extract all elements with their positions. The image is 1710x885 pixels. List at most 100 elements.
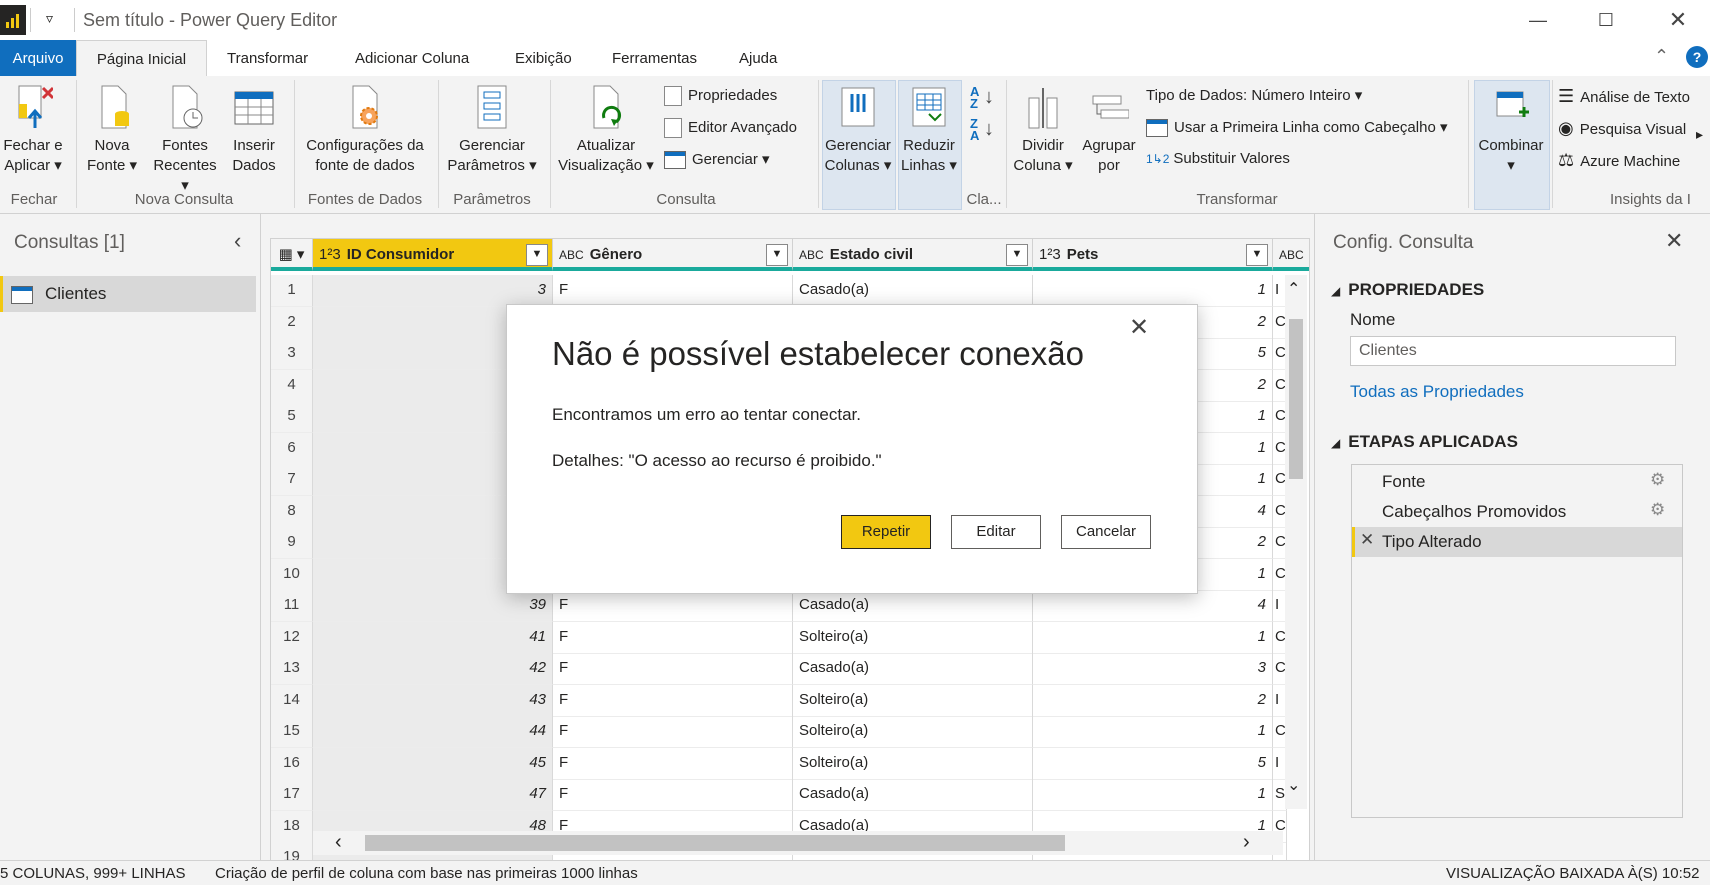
sort-ascending-icon[interactable]: AZ [970, 85, 979, 110]
cell-genero[interactable]: F [553, 653, 793, 685]
cell-estado-civil[interactable]: Solteiro(a) [793, 684, 1033, 717]
filter-dropdown-icon[interactable]: ▼ [526, 244, 548, 266]
cell-estado-civil[interactable]: Casado(a) [793, 590, 1033, 622]
filter-dropdown-icon[interactable]: ▼ [766, 244, 788, 266]
row-number[interactable]: 9 [271, 527, 313, 559]
scroll-down-icon[interactable]: ⌄ [1287, 775, 1300, 795]
collapse-pane-icon[interactable]: ‹ [234, 228, 241, 254]
scroll-left-icon[interactable]: ‹ [335, 831, 342, 854]
enter-data-button[interactable]: Inserir Dados [226, 84, 282, 176]
maximize-icon[interactable]: ☐ [1576, 0, 1636, 40]
group-by-button[interactable]: Agrupar por [1078, 84, 1140, 176]
cell-estado-civil[interactable]: Casado(a) [793, 275, 1033, 307]
cell-genero[interactable]: F [553, 684, 793, 717]
cell-genero[interactable]: F [553, 590, 793, 622]
cell-id-consumidor[interactable]: 42 [313, 653, 553, 685]
row-number[interactable]: 19 [271, 842, 313, 861]
tab-pagina-inicial[interactable]: Página Inicial [76, 40, 207, 76]
tab-arquivo[interactable]: Arquivo [0, 40, 76, 76]
split-column-button[interactable]: Dividir Coluna ▾ [1012, 84, 1074, 176]
cell-genero[interactable]: F [553, 747, 793, 780]
cell-pets[interactable]: 3 [1033, 653, 1273, 685]
cell-estado-civil[interactable]: Solteiro(a) [793, 621, 1033, 654]
row-number[interactable]: 15 [271, 716, 313, 748]
cell-pets[interactable]: 1 [1033, 621, 1273, 654]
new-source-button[interactable]: Nova Fonte ▾ [84, 84, 140, 176]
reduce-rows-button[interactable]: Reduzir Linhas ▾ [898, 84, 960, 176]
cell-estado-civil[interactable]: Solteiro(a) [793, 716, 1033, 748]
cell-genero[interactable]: F [553, 779, 793, 811]
cell-id-consumidor[interactable]: 47 [313, 779, 553, 811]
replace-values-button[interactable]: 1↳2 Substituir Valores [1146, 150, 1290, 167]
row-number[interactable]: 5 [271, 401, 313, 433]
cell-genero[interactable]: F [553, 275, 793, 307]
cell-pets[interactable]: 1 [1033, 716, 1273, 748]
column-header-next[interactable]: ABC [1273, 239, 1309, 271]
cell-pets[interactable]: 5 [1033, 747, 1273, 780]
close-icon[interactable]: ✕ [1648, 0, 1708, 40]
tab-transformar[interactable]: Transformar [207, 40, 328, 76]
collapse-ribbon-icon[interactable]: ⌃ [1654, 46, 1669, 67]
step-item-selected[interactable]: ✕ Tipo Alterado [1352, 527, 1682, 557]
name-field[interactable] [1350, 336, 1676, 366]
row-number[interactable]: 11 [271, 590, 313, 622]
gear-icon[interactable]: ⚙ [1650, 500, 1665, 520]
manage-parameters-button[interactable]: Gerenciar Parâmetros ▾ [444, 84, 540, 176]
cell-id-consumidor[interactable]: 45 [313, 747, 553, 780]
column-header-genero[interactable]: ABC Gênero ▼ [553, 239, 793, 271]
cancel-button[interactable]: Cancelar [1061, 515, 1151, 549]
properties-section[interactable]: ◢ PROPRIEDADES [1331, 280, 1484, 300]
row-number[interactable]: 1 [271, 275, 313, 307]
tab-ajuda[interactable]: Ajuda [719, 40, 797, 76]
tab-exibicao[interactable]: Exibição [495, 40, 592, 76]
row-number[interactable]: 10 [271, 558, 313, 591]
delete-step-icon[interactable]: ✕ [1360, 530, 1374, 550]
row-number[interactable]: 16 [271, 747, 313, 780]
cell-id-consumidor[interactable]: 41 [313, 621, 553, 654]
row-number[interactable]: 4 [271, 369, 313, 402]
query-item-clientes[interactable]: Clientes [0, 276, 256, 312]
retry-button[interactable]: Repetir [841, 515, 931, 549]
column-header-id-consumidor[interactable]: 1²3 ID Consumidor ▼ [313, 239, 553, 271]
filter-dropdown-icon[interactable]: ▼ [1006, 244, 1028, 266]
filter-dropdown-icon[interactable]: ▼ [1246, 244, 1268, 266]
row-number[interactable]: 8 [271, 495, 313, 528]
cell-pets[interactable]: 2 [1033, 684, 1273, 717]
scroll-right-icon[interactable]: › [1243, 831, 1250, 854]
scrollbar-thumb[interactable] [1289, 319, 1303, 479]
row-number[interactable]: 18 [271, 810, 313, 843]
cell-id-consumidor[interactable]: 3 [313, 275, 553, 307]
column-header-pets[interactable]: 1²3 Pets ▼ [1033, 239, 1273, 271]
properties-button[interactable]: Propriedades [664, 86, 777, 106]
manage-button[interactable]: Gerenciar ▾ [664, 150, 770, 170]
horizontal-scrollbar[interactable]: ‹ › [313, 831, 1283, 855]
cell-id-consumidor[interactable]: 44 [313, 716, 553, 748]
tab-adicionar-coluna[interactable]: Adicionar Coluna [335, 40, 489, 76]
refresh-preview-button[interactable]: Atualizar Visualização ▾ [556, 84, 656, 176]
help-icon[interactable]: ? [1686, 46, 1708, 68]
row-number[interactable]: 2 [271, 306, 313, 339]
cell-pets[interactable]: 1 [1033, 275, 1273, 307]
advanced-editor-button[interactable]: Editor Avançado [664, 118, 797, 138]
row-number[interactable]: 17 [271, 779, 313, 811]
vision-button[interactable]: ◉ Pesquisa Visual [1558, 118, 1686, 139]
step-item[interactable]: Cabeçalhos Promovidos ⚙ [1352, 497, 1682, 527]
combine-button[interactable]: Combinar ▾ [1474, 84, 1548, 176]
row-number[interactable]: 3 [271, 338, 313, 370]
vertical-scrollbar[interactable]: ⌃ ⌄ [1285, 275, 1307, 809]
cell-estado-civil[interactable]: Casado(a) [793, 653, 1033, 685]
text-analytics-button[interactable]: ☰ Análise de Texto [1558, 86, 1690, 107]
quick-access-dropdown-icon[interactable]: ▿ [46, 10, 53, 27]
use-first-row-headers-button[interactable]: Usar a Primeira Linha como Cabeçalho ▾ [1146, 118, 1448, 138]
edit-button[interactable]: Editar [951, 515, 1041, 549]
row-number[interactable]: 12 [271, 621, 313, 654]
cell-pets[interactable]: 4 [1033, 590, 1273, 622]
row-number[interactable]: 14 [271, 684, 313, 717]
cell-estado-civil[interactable]: Solteiro(a) [793, 747, 1033, 780]
close-icon[interactable]: ✕ [1665, 228, 1683, 254]
data-source-settings-button[interactable]: Configurações da fonte de dados [300, 84, 430, 176]
applied-steps-section[interactable]: ◢ ETAPAS APLICADAS [1331, 432, 1518, 452]
sort-descending-icon[interactable]: ZA [970, 117, 979, 142]
column-header-estado-civil[interactable]: ABC Estado civil ▼ [793, 239, 1033, 271]
step-item[interactable]: Fonte ⚙ [1352, 467, 1682, 497]
